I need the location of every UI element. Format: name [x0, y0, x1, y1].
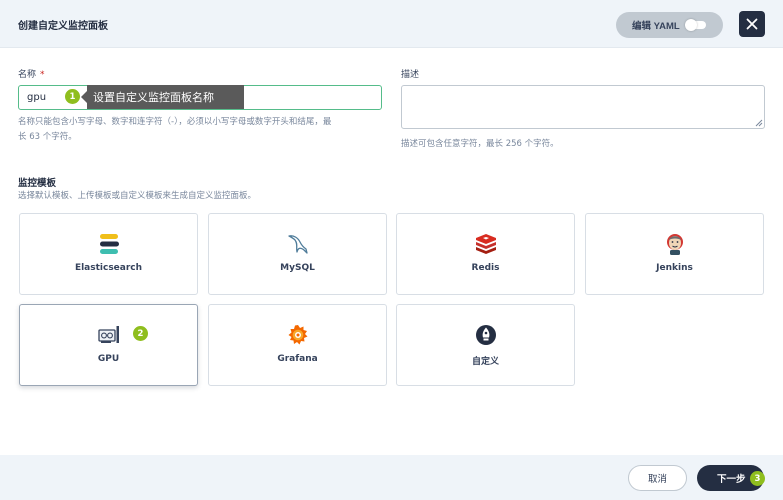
grafana-icon	[288, 325, 308, 345]
jenkins-icon	[667, 234, 683, 255]
close-button[interactable]	[739, 11, 765, 37]
toggle-knob	[684, 19, 697, 31]
close-icon	[746, 18, 758, 30]
template-card-custom[interactable]: 自定义	[396, 304, 575, 386]
template-card-gpu[interactable]: GPU	[19, 304, 198, 386]
toggle-switch[interactable]	[684, 19, 706, 31]
template-label: Grafana	[277, 354, 318, 364]
templates-hint: 选择默认模板、上传模板或自定义模板来生成自定义监控面板。	[18, 191, 257, 201]
required-mark: *	[40, 70, 45, 80]
template-card-jenkins[interactable]: Jenkins	[585, 213, 764, 295]
template-label: Elasticsearch	[74, 263, 143, 273]
template-label: GPU	[97, 354, 120, 364]
template-card-elasticsearch[interactable]: Elasticsearch	[19, 213, 198, 295]
name-tooltip: 设置自定义监控面板名称	[81, 85, 244, 109]
cancel-button[interactable]: 取消	[628, 465, 687, 491]
template-card-redis[interactable]: Redis	[396, 213, 575, 295]
template-card-grafana[interactable]: Grafana	[208, 304, 387, 386]
edit-yaml-label: 编辑 YAML	[632, 21, 680, 32]
resize-grip-icon[interactable]	[755, 119, 763, 127]
name-label: 名称 *	[18, 70, 45, 80]
template-card-mysql[interactable]: MySQL	[208, 213, 387, 295]
description-label: 描述	[401, 70, 420, 80]
template-label: Redis	[471, 263, 500, 273]
redis-icon	[476, 234, 496, 254]
description-textarea[interactable]	[401, 85, 765, 129]
step-badge-3: 3	[750, 471, 765, 486]
template-label: 自定义	[471, 357, 499, 367]
gpu-icon	[98, 326, 119, 343]
template-label: Jenkins	[656, 263, 693, 273]
custom-icon	[476, 325, 496, 345]
description-hint: 描述可包含任意字符，最长 256 个字符。	[401, 139, 559, 149]
step-badge-2: 2	[133, 326, 148, 341]
modal-title: 创建自定义监控面板	[18, 21, 108, 32]
elasticsearch-icon	[100, 234, 119, 254]
template-label: MySQL	[280, 263, 315, 273]
step-badge-1: 1	[65, 89, 80, 104]
name-hint: 名称只能包含小写字母、数字和连字符（-），必须以小写字母或数字开头和结尾，最 长…	[18, 117, 332, 142]
mysql-icon	[288, 235, 308, 254]
edit-yaml-toggle[interactable]: 编辑 YAML	[616, 12, 723, 38]
templates-title: 监控模板	[18, 178, 57, 189]
